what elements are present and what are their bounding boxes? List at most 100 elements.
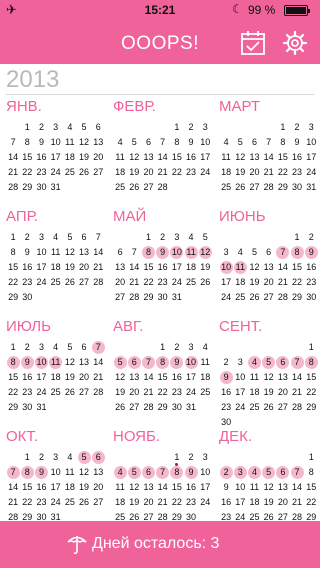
- day-cell[interactable]: 28: [142, 401, 155, 414]
- day-cell[interactable]: 26: [199, 276, 212, 289]
- day-cell[interactable]: 22: [156, 386, 169, 399]
- day-cell[interactable]: 27: [276, 401, 289, 414]
- day-cell[interactable]: 22: [170, 496, 183, 509]
- day-cell[interactable]: 1: [7, 341, 20, 354]
- day-cell[interactable]: 22: [291, 276, 304, 289]
- day-cell[interactable]: 10: [199, 466, 212, 479]
- day-cell[interactable]: 21: [156, 496, 169, 509]
- day-cell-highlighted[interactable]: 4: [247, 356, 261, 369]
- day-cell[interactable]: 4: [49, 341, 62, 354]
- day-cell[interactable]: 17: [35, 261, 48, 274]
- day-cell-highlighted[interactable]: 7: [91, 341, 105, 354]
- day-cell-highlighted[interactable]: 5: [262, 466, 276, 479]
- day-cell[interactable]: 16: [291, 151, 304, 164]
- day-cell[interactable]: 30: [305, 291, 318, 304]
- day-cell[interactable]: 13: [276, 371, 289, 384]
- day-cell[interactable]: 11: [114, 481, 127, 494]
- day-cell[interactable]: 10: [234, 371, 247, 384]
- day-cell[interactable]: 16: [185, 151, 198, 164]
- day-cell[interactable]: 12: [128, 151, 141, 164]
- day-cell[interactable]: 24: [220, 291, 233, 304]
- day-cell[interactable]: 2: [35, 121, 48, 134]
- day-cell[interactable]: 27: [142, 181, 155, 194]
- day-cell[interactable]: 20: [92, 481, 105, 494]
- day-cell[interactable]: 3: [199, 121, 212, 134]
- day-cell[interactable]: 24: [234, 401, 247, 414]
- day-cell[interactable]: 4: [63, 451, 76, 464]
- day-cell[interactable]: 23: [185, 496, 198, 509]
- day-cell[interactable]: 13: [276, 481, 289, 494]
- day-cell[interactable]: 17: [185, 371, 198, 384]
- day-cell[interactable]: 19: [78, 151, 91, 164]
- day-cell[interactable]: 19: [63, 261, 76, 274]
- day-cell[interactable]: 1: [305, 341, 318, 354]
- day-cell[interactable]: 22: [7, 386, 20, 399]
- day-cell-highlighted[interactable]: 5: [77, 451, 91, 464]
- day-cell[interactable]: 24: [199, 496, 212, 509]
- day-cell[interactable]: 16: [170, 371, 183, 384]
- day-cell-highlighted[interactable]: 4: [113, 466, 127, 479]
- day-cell[interactable]: 15: [305, 371, 318, 384]
- day-cell[interactable]: 3: [185, 341, 198, 354]
- day-cell[interactable]: 22: [276, 166, 289, 179]
- day-cell-highlighted[interactable]: 5: [113, 356, 127, 369]
- day-cell[interactable]: 21: [92, 261, 105, 274]
- day-cell[interactable]: 3: [35, 231, 48, 244]
- day-cell[interactable]: 27: [78, 276, 91, 289]
- day-cell[interactable]: 5: [63, 341, 76, 354]
- day-cell-highlighted[interactable]: 12: [198, 246, 212, 259]
- day-cell-highlighted[interactable]: 8: [156, 356, 170, 369]
- day-cell-highlighted[interactable]: 7: [276, 246, 290, 259]
- day-cell-highlighted[interactable]: 6: [141, 466, 155, 479]
- day-cell[interactable]: 21: [156, 166, 169, 179]
- day-cell[interactable]: 22: [21, 166, 34, 179]
- day-cell[interactable]: 2: [185, 121, 198, 134]
- day-cell[interactable]: 8: [7, 246, 20, 259]
- day-cell[interactable]: 11: [248, 371, 261, 384]
- day-cell[interactable]: 26: [78, 496, 91, 509]
- day-cell[interactable]: 27: [92, 166, 105, 179]
- day-cell[interactable]: 21: [92, 371, 105, 384]
- day-cell[interactable]: 12: [262, 481, 275, 494]
- day-cell[interactable]: 20: [248, 166, 261, 179]
- day-cell[interactable]: 29: [156, 401, 169, 414]
- day-cell[interactable]: 23: [21, 276, 34, 289]
- day-cell[interactable]: 10: [305, 136, 318, 149]
- day-cell[interactable]: 2: [21, 231, 34, 244]
- day-cell[interactable]: 24: [199, 166, 212, 179]
- day-cell[interactable]: 12: [114, 371, 127, 384]
- day-cell[interactable]: 20: [78, 371, 91, 384]
- day-cell[interactable]: 21: [142, 386, 155, 399]
- day-cell[interactable]: 17: [35, 371, 48, 384]
- day-cell[interactable]: 18: [234, 276, 247, 289]
- day-cell[interactable]: 5: [199, 231, 212, 244]
- day-cell[interactable]: 24: [35, 386, 48, 399]
- day-cell[interactable]: 24: [170, 276, 183, 289]
- day-cell[interactable]: 1: [305, 451, 318, 464]
- day-cell[interactable]: 10: [199, 136, 212, 149]
- day-cell[interactable]: 27: [262, 291, 275, 304]
- day-cell[interactable]: 17: [199, 481, 212, 494]
- day-cell[interactable]: 28: [92, 276, 105, 289]
- day-cell-highlighted[interactable]: 9: [170, 356, 184, 369]
- day-cell[interactable]: 20: [276, 496, 289, 509]
- day-cell[interactable]: 23: [305, 276, 318, 289]
- day-cell[interactable]: 20: [142, 496, 155, 509]
- day-cell[interactable]: 14: [7, 151, 20, 164]
- day-cell[interactable]: 28: [92, 386, 105, 399]
- day-cell[interactable]: 27: [92, 496, 105, 509]
- day-cell[interactable]: 17: [234, 496, 247, 509]
- day-cell[interactable]: 2: [220, 356, 233, 369]
- day-cell[interactable]: 17: [170, 261, 183, 274]
- day-cell[interactable]: 1: [21, 121, 34, 134]
- day-cell[interactable]: 19: [248, 276, 261, 289]
- day-cell[interactable]: 17: [199, 151, 212, 164]
- day-cell[interactable]: 7: [128, 246, 141, 259]
- day-cell[interactable]: 26: [262, 401, 275, 414]
- day-cell[interactable]: 18: [248, 386, 261, 399]
- day-cell[interactable]: 13: [142, 151, 155, 164]
- day-cell[interactable]: 13: [92, 466, 105, 479]
- day-cell[interactable]: 24: [185, 386, 198, 399]
- day-cell[interactable]: 12: [78, 466, 91, 479]
- day-cell[interactable]: 5: [128, 136, 141, 149]
